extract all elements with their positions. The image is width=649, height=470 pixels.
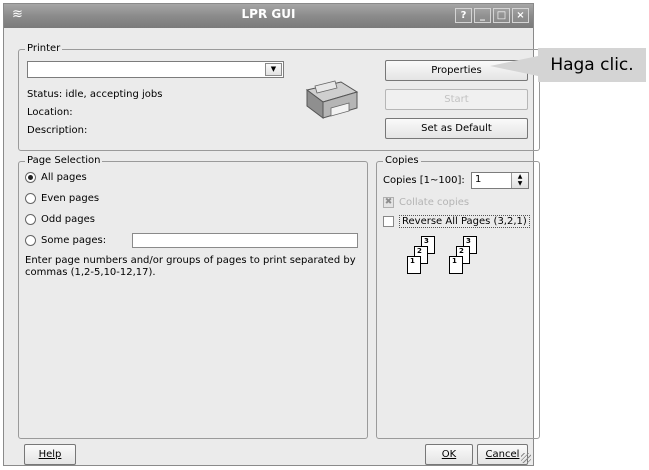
help-title-button[interactable]: ? [455, 8, 472, 23]
chevron-down-icon[interactable]: ▼ [265, 63, 282, 76]
collate-copies-label: Collate copies [399, 197, 470, 208]
callout-label: Haga clic. [538, 48, 646, 82]
set-default-button[interactable]: Set as Default [385, 118, 528, 139]
title-bar[interactable]: ≋ LPR GUI ? _ □ × [4, 4, 533, 28]
preview-page-1a: 1 [407, 256, 421, 274]
radio-some-pages-label: Some pages: [41, 235, 107, 246]
radio-all-pages[interactable]: All pages [25, 172, 87, 183]
collate-copies-checkbox[interactable]: ✖ Collate copies [383, 197, 469, 208]
preview-page-1b: 1 [449, 256, 463, 274]
radio-even-pages-indicator[interactable] [25, 193, 36, 204]
copies-group: Copies Copies [1~100]: 1 ▲ ▼ ✖ Collate co… [376, 155, 540, 439]
printer-icon [305, 80, 359, 119]
page-selection-legend: Page Selection [25, 155, 103, 167]
radio-odd-pages[interactable]: Odd pages [25, 214, 95, 225]
cancel-button-label: Cancel [485, 449, 520, 460]
help-button[interactable]: Help [24, 444, 76, 465]
copies-legend: Copies [383, 155, 421, 167]
radio-even-pages[interactable]: Even pages [25, 193, 99, 204]
window-controls: ? _ □ × [455, 8, 529, 23]
collate-check-icon[interactable]: ✖ [383, 197, 394, 208]
radio-odd-pages-indicator[interactable] [25, 214, 36, 225]
ok-button-label: OK [441, 449, 457, 460]
copies-count-label: Copies [1~100]: [383, 175, 465, 186]
printer-legend: Printer [25, 43, 63, 55]
page-selection-help-line1: Enter page numbers and/or groups of page… [25, 255, 356, 266]
radio-all-pages-label: All pages [41, 172, 87, 183]
lpr-gui-window: ≋ LPR GUI ? _ □ × Printer ▼ Status: idle… [3, 3, 540, 466]
some-pages-input[interactable] [132, 233, 358, 248]
help-button-label: Help [38, 449, 62, 460]
printer-location: Location: [27, 107, 73, 118]
window-title: LPR GUI [241, 7, 296, 21]
printer-description: Description: [27, 125, 88, 136]
page-selection-help-line2: commas (1,2-5,10-12,17). [25, 267, 156, 278]
close-button[interactable]: × [512, 8, 529, 23]
printer-select[interactable]: ▼ [27, 61, 284, 78]
reverse-pages-label: Reverse All Pages (3,2,1) [399, 215, 530, 228]
reverse-pages-check[interactable] [383, 216, 394, 227]
radio-odd-pages-label: Odd pages [41, 214, 95, 225]
ok-button[interactable]: OK [425, 444, 473, 465]
maximize-button[interactable]: □ [493, 8, 510, 23]
radio-even-pages-label: Even pages [41, 193, 100, 204]
radio-some-pages[interactable]: Some pages: [25, 235, 106, 246]
collate-preview-icon: 3 2 1 3 2 1 [399, 232, 519, 282]
minimize-button[interactable]: _ [474, 8, 491, 23]
spin-arrows-icon[interactable]: ▲ ▼ [511, 173, 528, 188]
page-selection-group: Page Selection All pages Even pages Odd … [18, 155, 368, 439]
callout-pointer [490, 56, 538, 76]
printer-status: Status: idle, accepting jobs [27, 89, 163, 100]
copies-count-value: 1 [475, 174, 482, 185]
copies-count-spinner[interactable]: 1 ▲ ▼ [471, 172, 529, 189]
resize-grip-icon[interactable] [521, 453, 531, 463]
radio-all-pages-indicator[interactable] [25, 172, 36, 183]
reverse-pages-checkbox[interactable]: Reverse All Pages (3,2,1) [383, 215, 530, 228]
start-button[interactable]: Start [385, 89, 528, 110]
radio-some-pages-indicator[interactable] [25, 235, 36, 246]
